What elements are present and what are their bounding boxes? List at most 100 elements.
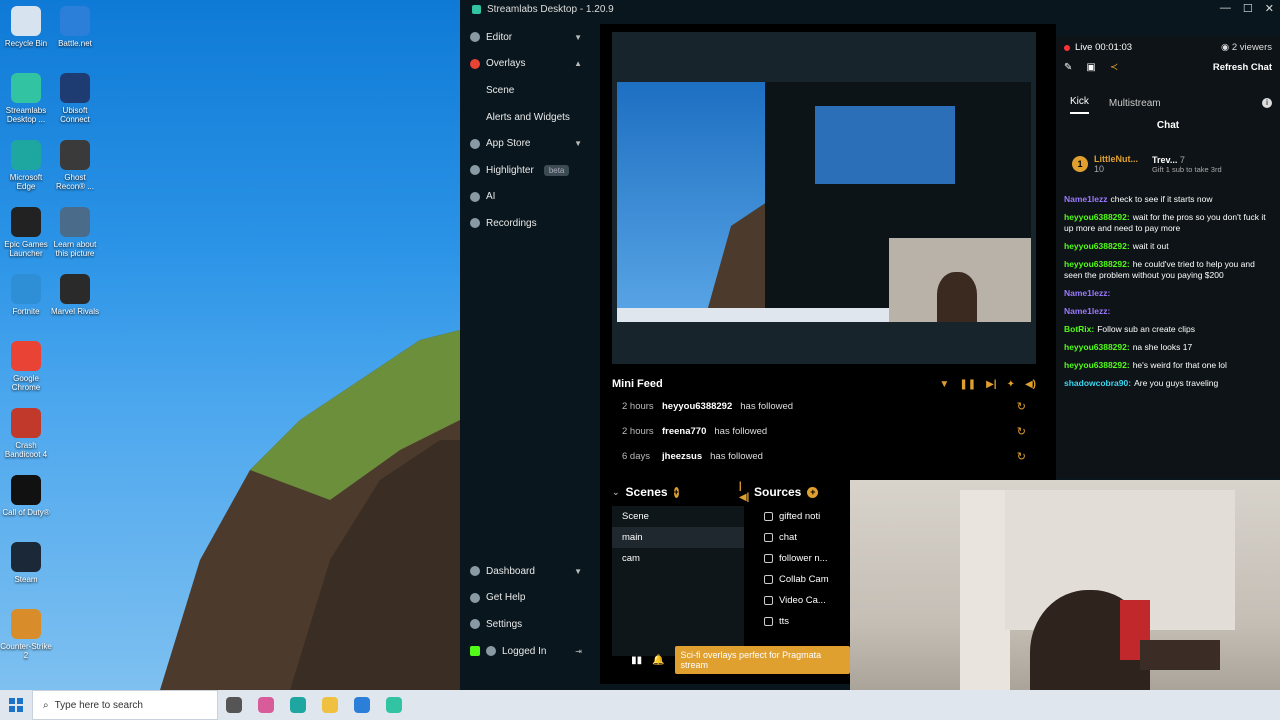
desktop-icon[interactable]: Microsoft Edge [0, 140, 52, 191]
stats-icon[interactable]: ▮▮ [631, 655, 642, 666]
feed-action: has followed [714, 426, 768, 437]
maximize-icon[interactable]: ☐ [1243, 2, 1253, 15]
chat-message: Name1lezz check to see if it starts now [1064, 194, 1272, 205]
source-item[interactable]: tts [754, 611, 854, 632]
refresh-chat-button[interactable]: Refresh Chat [1213, 62, 1272, 73]
title-bar: Streamlabs Desktop - 1.20.9 [460, 0, 1280, 18]
logout-icon[interactable]: ⇥ [575, 647, 582, 656]
globe-icon [486, 646, 496, 657]
search-input[interactable]: Type here to search [55, 700, 143, 711]
live-dot-icon [1064, 44, 1070, 51]
feed-row: 6 days jheezsus has followed ↻ [612, 444, 1036, 469]
desktop-icon[interactable]: Epic Games Launcher [0, 207, 52, 258]
scene-item[interactable]: main [612, 527, 744, 548]
source-item[interactable]: chat [754, 527, 854, 548]
skip-icon[interactable]: ▶| [986, 379, 997, 390]
desktop-icon[interactable]: Ubisoft Connect [49, 73, 101, 124]
chat-text: Are you guys traveling [1134, 378, 1219, 388]
edit-icon[interactable]: ✎ [1064, 62, 1072, 73]
source-item[interactable]: follower n... [754, 548, 854, 569]
recycle-bin-icon [11, 6, 41, 36]
replay-icon[interactable]: ↻ [1017, 450, 1026, 463]
nav-ai[interactable]: AI [460, 184, 600, 211]
cod-icon [11, 475, 41, 505]
desktop-icon[interactable]: Counter-Strike 2 [0, 609, 52, 660]
desktop-icon[interactable]: Recycle Bin [0, 6, 52, 48]
add-source-button[interactable]: + [807, 486, 819, 498]
desktop-icon[interactable]: Marvel Rivals [49, 274, 101, 316]
tab-kick[interactable]: Kick [1070, 92, 1089, 114]
nav-recordings[interactable]: Recordings [460, 210, 600, 237]
chat-username[interactable]: heyyou6388292: [1064, 360, 1130, 370]
desktop-icon[interactable]: Fortnite [0, 274, 52, 316]
chat-username[interactable]: heyyou6388292: [1064, 259, 1130, 269]
share-icon[interactable]: ≺ [1110, 62, 1118, 73]
chat-username[interactable]: heyyou6388292: [1064, 212, 1130, 222]
scene-transition-icon[interactable]: |◀| [739, 481, 750, 503]
scene-item[interactable]: Scene [612, 506, 744, 527]
add-scene-button[interactable]: + [673, 486, 679, 498]
source-item[interactable]: gifted noti [754, 506, 854, 527]
nav-app-store-label: App Store [486, 138, 531, 150]
ubisoft-icon [60, 73, 90, 103]
search-icon: ⌕ [43, 699, 49, 711]
source-item[interactable]: Video Ca... [754, 590, 854, 611]
taskbar-app[interactable] [218, 690, 250, 720]
chat-username[interactable]: heyyou6388292: [1064, 241, 1130, 251]
info-icon[interactable]: i [1262, 98, 1272, 108]
mini-feed-title: Mini Feed [612, 378, 663, 390]
chat-text: he's weird for that one lol [1132, 360, 1227, 370]
settings-icon[interactable]: ✦ [1007, 379, 1015, 390]
pin-icon[interactable]: ▣ [1086, 62, 1095, 73]
chat-log: Name1lezz check to see if it starts now he… [1064, 194, 1272, 396]
taskbar-app[interactable] [314, 690, 346, 720]
nav-scene[interactable]: Scene [460, 77, 600, 104]
nav-logged-in[interactable]: Logged In ⇥ [460, 638, 600, 665]
filter-icon[interactable]: ▼ [939, 379, 949, 390]
nav-app-store[interactable]: App Store ▼ [460, 130, 600, 157]
minimize-icon[interactable]: — [1220, 2, 1231, 15]
chat-username[interactable]: Name1lezz [1064, 194, 1107, 204]
desktop-icon[interactable]: Streamlabs Desktop ... [0, 73, 52, 124]
desktop-icon[interactable]: Ghost Recon® ... [49, 140, 101, 191]
nav-get-help[interactable]: Get Help [460, 585, 600, 612]
chat-username[interactable]: BotRix: [1064, 324, 1094, 334]
desktop-icon[interactable]: Google Chrome [0, 341, 52, 392]
chat-username[interactable]: Name1lezz: [1064, 288, 1110, 298]
start-button[interactable] [0, 690, 32, 720]
tab-multistream[interactable]: Multistream [1109, 98, 1161, 109]
help-icon [470, 592, 480, 603]
nav-alerts-widgets[interactable]: Alerts and Widgets [460, 104, 600, 131]
chat-username[interactable]: shadowcobra90: [1064, 378, 1131, 388]
notification-icon[interactable]: 🔔 [652, 655, 664, 666]
nav-dashboard[interactable]: Dashboard ▼ [460, 558, 600, 585]
source-item[interactable]: Collab Cam [754, 569, 854, 590]
nav-overlays[interactable]: Overlays ▲ [460, 51, 600, 78]
promo-banner[interactable]: Sci-fi overlays perfect for Pragmata str… [674, 646, 850, 674]
scene-item[interactable]: cam [612, 548, 744, 569]
replay-icon[interactable]: ↻ [1017, 425, 1026, 438]
taskbar-app[interactable] [282, 690, 314, 720]
desktop-icon[interactable]: Crash Bandicoot 4 [0, 408, 52, 459]
nav-highlighter[interactable]: Highlighter beta [460, 157, 600, 184]
desktop-icon-label: Battle.net [58, 39, 92, 48]
desktop-icon[interactable]: Steam [0, 542, 52, 584]
close-icon[interactable]: ✕ [1265, 2, 1274, 15]
desktop-icon[interactable]: Learn about this picture [49, 207, 101, 258]
taskbar-app[interactable] [250, 690, 282, 720]
desktop-icon[interactable]: Call of Duty® [0, 475, 52, 517]
nav-settings[interactable]: Settings [460, 611, 600, 638]
chat-username[interactable]: heyyou6388292: [1064, 342, 1130, 352]
nav-editor[interactable]: Editor ▼ [460, 24, 600, 51]
chat-username[interactable]: Name1lezz: [1064, 306, 1110, 316]
viewer-count-label: 2 viewers [1231, 42, 1272, 53]
taskbar-app[interactable] [346, 690, 378, 720]
desktop-icon[interactable]: Battle.net [49, 6, 101, 48]
replay-icon[interactable]: ↻ [1017, 400, 1026, 413]
pause-icon[interactable]: ❚❚ [959, 379, 976, 390]
volume-icon[interactable]: ◀) [1025, 379, 1036, 390]
taskbar-search[interactable]: ⌕ Type here to search [32, 690, 218, 720]
kick-logo-icon [470, 646, 480, 657]
taskbar-app[interactable] [378, 690, 410, 720]
feed-user: heyyou6388292 [662, 401, 733, 412]
